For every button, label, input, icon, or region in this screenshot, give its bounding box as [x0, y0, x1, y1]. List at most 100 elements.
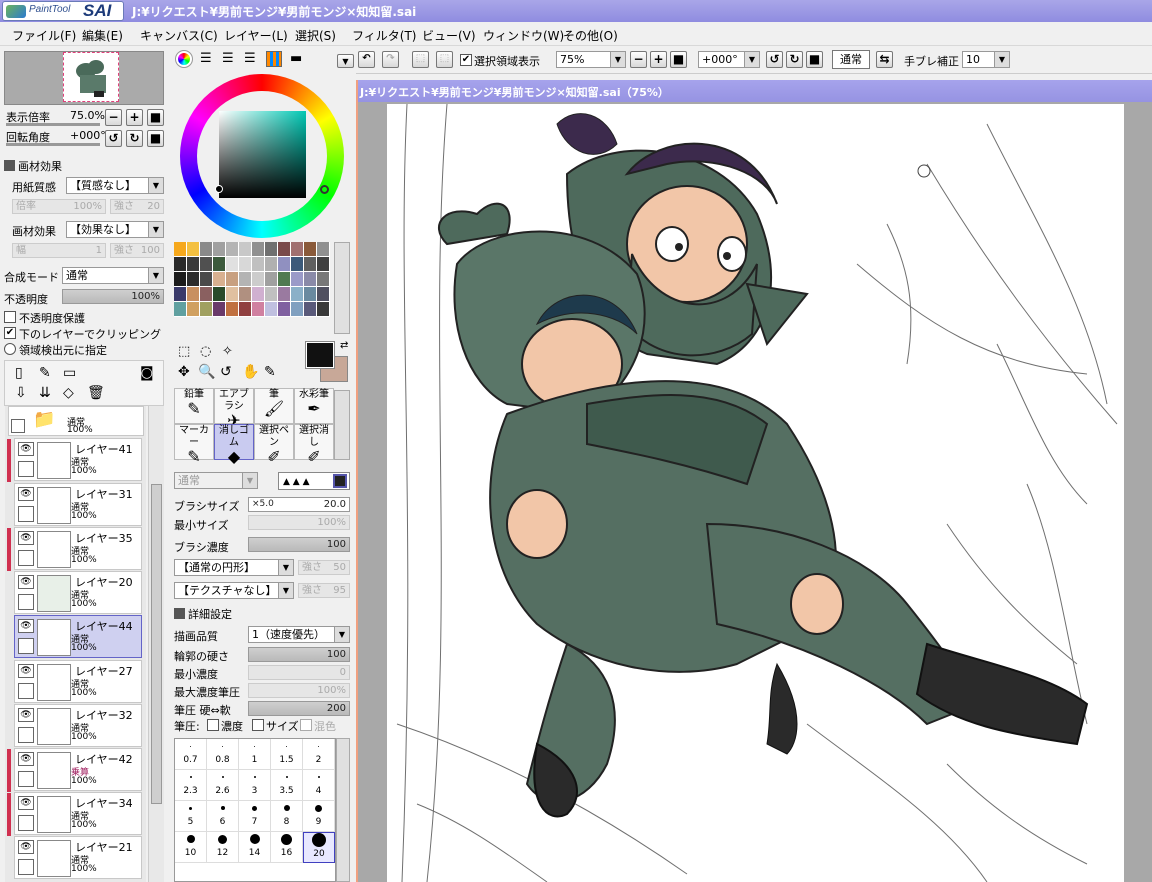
swatch[interactable]: [226, 257, 239, 272]
swatch[interactable]: [291, 302, 304, 317]
swap-colors-icon[interactable]: ⇄: [340, 340, 348, 351]
swatch[interactable]: [239, 272, 252, 287]
swatch[interactable]: [174, 242, 187, 257]
menu-filter[interactable]: フィルタ(T): [352, 27, 416, 44]
rect-select-icon[interactable]: ⬚: [178, 344, 190, 359]
redo-icon[interactable]: ↷: [382, 51, 399, 68]
toolbar-zoom-out-button[interactable]: −: [630, 51, 647, 68]
tool-pencil[interactable]: 鉛筆 ✎: [174, 388, 214, 424]
mix-tab-icon[interactable]: ☰: [244, 51, 256, 66]
pressure-bar[interactable]: 200: [248, 701, 350, 716]
menu-view[interactable]: ビュー(V): [422, 27, 476, 44]
brush-size-cell[interactable]: 20: [303, 832, 335, 863]
brush-size-cell[interactable]: 4: [303, 770, 335, 801]
layer-41[interactable]: 👁 レイヤー41 通常 100%: [7, 438, 142, 482]
brush-size-cell[interactable]: 6: [207, 801, 239, 832]
tool-brush[interactable]: 筆 🖌: [254, 388, 294, 424]
swatch[interactable]: [304, 287, 317, 302]
rgb-slider-tab-icon[interactable]: ☰: [200, 51, 212, 66]
zoom-reset-button[interactable]: ■: [147, 109, 164, 126]
hue-cursor[interactable]: [320, 185, 329, 194]
brush-size-cell[interactable]: 2: [303, 739, 335, 770]
panel-menu-button[interactable]: ▼: [337, 54, 354, 68]
rotate-reset-toolbar-button[interactable]: ■: [806, 51, 823, 68]
angle-dropdown[interactable]: +000° ▼: [698, 51, 760, 68]
layer-44[interactable]: 👁 レイヤー44 通常 100%: [14, 615, 142, 658]
protect-checkbox[interactable]: [4, 311, 16, 323]
toolbar-zoom-reset-button[interactable]: ■: [670, 51, 687, 68]
quality-dropdown[interactable]: 1（速度優先） ▼: [248, 626, 350, 643]
eye-icon[interactable]: 👁: [18, 664, 34, 678]
swatch[interactable]: [226, 287, 239, 302]
rotate-right-button[interactable]: ↻: [126, 130, 143, 147]
layer-21[interactable]: 👁 レイヤー21 通常 100%: [14, 836, 142, 879]
undo-icon[interactable]: ↶: [358, 51, 375, 68]
new-linework-icon[interactable]: ✎: [39, 365, 51, 381]
brush-size-cell[interactable]: 3: [239, 770, 271, 801]
brush-size-cell[interactable]: 14: [239, 832, 271, 863]
layer-35[interactable]: 👁 レイヤー35 通常 100%: [7, 527, 142, 571]
zoom-icon[interactable]: 🔍: [198, 364, 215, 380]
new-folder-icon[interactable]: ▭: [63, 365, 76, 381]
layer-34[interactable]: 👁 レイヤー34 通常 100%: [7, 792, 142, 836]
brush-size-cell[interactable]: 2.6: [207, 770, 239, 801]
swatch[interactable]: [213, 257, 226, 272]
eye-icon[interactable]: 👁: [18, 752, 34, 766]
swatch[interactable]: [174, 302, 187, 317]
swatch[interactable]: [278, 302, 291, 317]
swatch[interactable]: [213, 302, 226, 317]
lock-box[interactable]: [18, 727, 34, 743]
lasso-icon[interactable]: ◌: [200, 344, 211, 359]
zoom-dropdown[interactable]: 75% ▼: [556, 51, 626, 68]
eye-icon[interactable]: 👁: [18, 619, 34, 633]
invert-selection-icon[interactable]: ⬚: [436, 51, 453, 68]
lock-box[interactable]: [18, 683, 34, 699]
swatch[interactable]: [226, 272, 239, 287]
brush-size-cell[interactable]: 5: [175, 801, 207, 832]
swatch[interactable]: [291, 242, 304, 257]
swatch[interactable]: [252, 272, 265, 287]
brush-size-cell[interactable]: 12: [207, 832, 239, 863]
paper-section[interactable]: 画材効果: [4, 158, 62, 174]
brush-size-cell[interactable]: 8: [271, 801, 303, 832]
swatch[interactable]: [317, 242, 330, 257]
swatch[interactable]: [200, 257, 213, 272]
layer-42[interactable]: 👁 レイヤー42 乗算 100%: [7, 748, 142, 792]
visibility-box[interactable]: [11, 419, 25, 433]
shape-preset-icon[interactable]: ▲ ▲ ▲: [283, 477, 310, 487]
swatch-grid[interactable]: [174, 242, 332, 334]
hand-icon[interactable]: ✋: [242, 364, 259, 380]
density-bar[interactable]: 100: [248, 537, 350, 552]
brush-size-cell[interactable]: 1.5: [271, 739, 303, 770]
brush-size-cell[interactable]: 2.3: [175, 770, 207, 801]
new-layer-icon[interactable]: ▯: [15, 365, 23, 381]
layer-scrollbar[interactable]: [148, 406, 164, 882]
tool-scrollbar[interactable]: [334, 390, 350, 460]
toolbar-zoom-in-button[interactable]: +: [650, 51, 667, 68]
brush-size-cell[interactable]: 9: [303, 801, 335, 832]
swatch[interactable]: [278, 257, 291, 272]
layer-32[interactable]: 👁 レイヤー32 通常 100%: [14, 704, 142, 747]
menu-layer[interactable]: レイヤー(L): [224, 27, 288, 44]
swatch[interactable]: [226, 302, 239, 317]
menu-file[interactable]: ファイル(F): [12, 27, 76, 44]
swatch[interactable]: [187, 242, 200, 257]
navigator[interactable]: [4, 51, 164, 105]
swatch[interactable]: [187, 287, 200, 302]
eye-icon[interactable]: 👁: [18, 840, 34, 854]
move-icon[interactable]: ✥: [178, 364, 190, 380]
rotate-reset-button[interactable]: ■: [147, 130, 164, 147]
pen-lock-icon[interactable]: [18, 638, 34, 654]
lock-box[interactable]: [18, 771, 34, 787]
swatch[interactable]: [187, 272, 200, 287]
hardness-bar[interactable]: 100: [248, 647, 350, 662]
layer-20[interactable]: 👁 レイヤー20 通常 100%: [14, 571, 142, 614]
primary-color[interactable]: [305, 341, 335, 369]
swatch[interactable]: [291, 287, 304, 302]
eye-icon[interactable]: 👁: [18, 531, 34, 545]
lock-box[interactable]: [18, 550, 34, 566]
swatch[interactable]: [174, 287, 187, 302]
brush-blend-dropdown[interactable]: 通常 ▼: [174, 472, 258, 489]
selection-checkbox[interactable]: ✔: [460, 54, 472, 66]
tool-watercolor[interactable]: 水彩筆 ✒: [294, 388, 334, 424]
